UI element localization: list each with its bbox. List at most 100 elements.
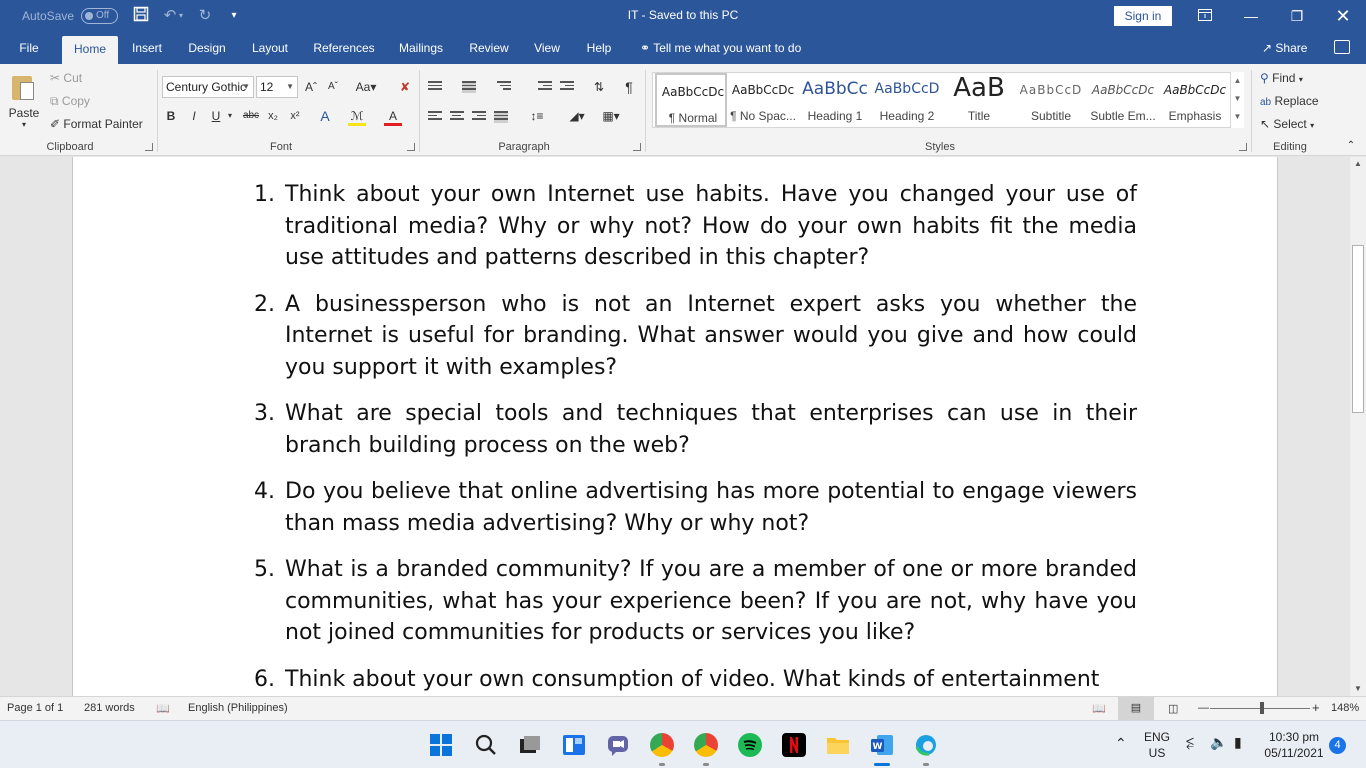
show-hidden-icons-icon[interactable]: ⌃ xyxy=(1115,735,1127,752)
save-icon[interactable] xyxy=(131,6,151,26)
sort-icon[interactable]: ⇅ xyxy=(590,77,608,97)
undo-dropdown-icon[interactable]: ▾ xyxy=(176,6,186,26)
proofing-icon[interactable]: 📖 xyxy=(156,702,170,715)
font-size-combo[interactable]: 12 ▼ xyxy=(256,76,298,98)
paste-dropdown-icon[interactable]: ▾ xyxy=(18,120,30,129)
shrink-font-icon[interactable]: Aˇ xyxy=(324,77,342,97)
justify-icon[interactable] xyxy=(494,111,508,123)
input-language-top[interactable]: ENG xyxy=(1138,730,1176,744)
chrome-profile-icon[interactable] xyxy=(694,733,718,757)
share-button[interactable]: ↗ Share xyxy=(1262,32,1307,64)
edge-icon[interactable] xyxy=(914,733,938,757)
widgets-icon[interactable] xyxy=(562,733,586,757)
tab-design[interactable]: Design xyxy=(182,32,232,64)
align-right-icon[interactable] xyxy=(472,111,486,123)
subscript-icon[interactable]: x₂ xyxy=(264,106,282,126)
comments-icon[interactable] xyxy=(1334,40,1350,54)
restore-icon[interactable]: ❐ xyxy=(1274,0,1320,32)
style-subtitle[interactable]: AaBbCcD Subtitle xyxy=(1015,73,1087,127)
bold-icon[interactable]: B xyxy=(162,106,180,126)
highlight-icon[interactable]: ℳ xyxy=(348,106,366,126)
clipboard-launcher-icon[interactable] xyxy=(145,143,153,151)
ribbon-display-options-icon[interactable] xyxy=(1182,0,1228,32)
page-count[interactable]: Page 1 of 1 xyxy=(7,702,63,714)
multilevel-list-icon[interactable] xyxy=(497,81,511,93)
italic-icon[interactable]: I xyxy=(185,106,203,126)
align-left-icon[interactable] xyxy=(428,111,442,123)
cut-button[interactable]: ✂ Cut xyxy=(50,71,82,85)
find-button[interactable]: ⚲ Find ▾ xyxy=(1260,71,1303,85)
spotify-icon[interactable] xyxy=(738,733,762,757)
tab-file[interactable]: File xyxy=(8,32,50,64)
document-page[interactable]: 1. Think about your own Internet use hab… xyxy=(72,157,1278,696)
superscript-icon[interactable]: x² xyxy=(286,106,304,126)
tab-help[interactable]: Help xyxy=(580,32,618,64)
zoom-in-icon[interactable]: + xyxy=(1312,700,1320,715)
increase-indent-icon[interactable] xyxy=(560,81,574,93)
format-painter-button[interactable]: ✐ Format Painter xyxy=(50,117,143,131)
font-launcher-icon[interactable] xyxy=(407,143,415,151)
clock-time[interactable]: 10:30 pm xyxy=(1262,730,1326,744)
select-button[interactable]: ↖ Select ▾ xyxy=(1260,117,1314,131)
change-case-icon[interactable]: Aa▾ xyxy=(352,77,380,97)
scroll-up-icon[interactable]: ▲ xyxy=(1350,157,1366,171)
print-layout-icon[interactable]: ▤ xyxy=(1118,697,1154,720)
numbering-icon[interactable] xyxy=(462,81,476,93)
style-emphasis[interactable]: AaBbCcDc Emphasis xyxy=(1159,73,1231,127)
style-title[interactable]: AaB Title xyxy=(943,73,1015,127)
volume-icon[interactable]: 🔈 xyxy=(1210,734,1227,751)
styles-gallery-scroll[interactable]: ▲ ▼ ▼ xyxy=(1230,72,1244,128)
redo-icon[interactable]: ↻ xyxy=(195,6,215,26)
clear-formatting-icon[interactable]: ✘ xyxy=(396,77,414,97)
styles-launcher-icon[interactable] xyxy=(1239,143,1247,151)
paste-button[interactable]: Paste xyxy=(6,106,42,120)
text-effects-icon[interactable]: A xyxy=(316,106,334,126)
tab-layout[interactable]: Layout xyxy=(244,32,296,64)
zoom-out-icon[interactable]: — xyxy=(1198,702,1209,714)
autosave-toggle[interactable]: Off xyxy=(81,8,118,24)
tab-insert[interactable]: Insert xyxy=(124,32,170,64)
battery-icon[interactable]: ▮ xyxy=(1234,734,1242,751)
more-styles-icon[interactable]: ▼ xyxy=(1231,108,1244,126)
style-heading-2[interactable]: AaBbCcD Heading 2 xyxy=(871,73,943,127)
scroll-thumb[interactable] xyxy=(1352,245,1364,413)
zoom-slider-thumb[interactable] xyxy=(1260,702,1264,714)
paragraph-launcher-icon[interactable] xyxy=(633,143,641,151)
copy-button[interactable]: ⧉ Copy xyxy=(50,94,90,109)
tab-references[interactable]: References xyxy=(308,32,380,64)
netflix-icon[interactable] xyxy=(782,733,806,757)
font-name-combo[interactable]: Century Gothic ▼ xyxy=(162,76,254,98)
file-explorer-icon[interactable] xyxy=(826,733,850,757)
style-subtle-emphasis[interactable]: AaBbCcDc Subtle Em... xyxy=(1087,73,1159,127)
tab-view[interactable]: View xyxy=(528,32,566,64)
close-icon[interactable]: ✕ xyxy=(1320,0,1366,32)
zoom-level[interactable]: 148% xyxy=(1331,702,1359,714)
show-formatting-marks-icon[interactable]: ¶ xyxy=(620,77,638,97)
task-view-icon[interactable] xyxy=(518,733,542,757)
notification-badge[interactable]: 4 xyxy=(1329,737,1346,754)
wifi-icon[interactable]: ⥶ xyxy=(1186,734,1194,751)
word-count[interactable]: 281 words xyxy=(84,702,135,714)
windows-start-icon[interactable] xyxy=(429,733,453,757)
style-normal[interactable]: AaBbCcDc ¶ Normal xyxy=(655,73,727,127)
scroll-down-icon[interactable]: ▼ xyxy=(1350,682,1366,696)
tab-mailings[interactable]: Mailings xyxy=(392,32,450,64)
teams-chat-icon[interactable] xyxy=(606,733,630,757)
underline-icon[interactable]: U xyxy=(207,106,225,126)
style-no-spacing[interactable]: AaBbCcDc ¶ No Spac... xyxy=(727,73,799,127)
grow-font-icon[interactable]: Aˆ xyxy=(302,77,320,97)
underline-dropdown-icon[interactable]: ▾ xyxy=(225,106,235,126)
paste-icon[interactable] xyxy=(10,72,36,102)
tab-review[interactable]: Review xyxy=(464,32,514,64)
chrome-icon[interactable] xyxy=(650,733,674,757)
language-indicator[interactable]: English (Philippines) xyxy=(188,702,288,714)
minimize-icon[interactable]: — xyxy=(1228,0,1274,32)
read-mode-icon[interactable]: 📖 xyxy=(1092,702,1106,715)
customize-quick-access-icon[interactable]: ▾ xyxy=(224,6,244,26)
bullets-icon[interactable] xyxy=(428,81,442,93)
web-layout-icon[interactable]: ◫ xyxy=(1168,702,1178,715)
clock-date[interactable]: 05/11/2021 xyxy=(1262,746,1326,760)
tab-home[interactable]: Home xyxy=(62,36,118,64)
align-center-icon[interactable] xyxy=(450,111,464,123)
chevron-down-icon[interactable]: ▼ xyxy=(1231,90,1244,108)
